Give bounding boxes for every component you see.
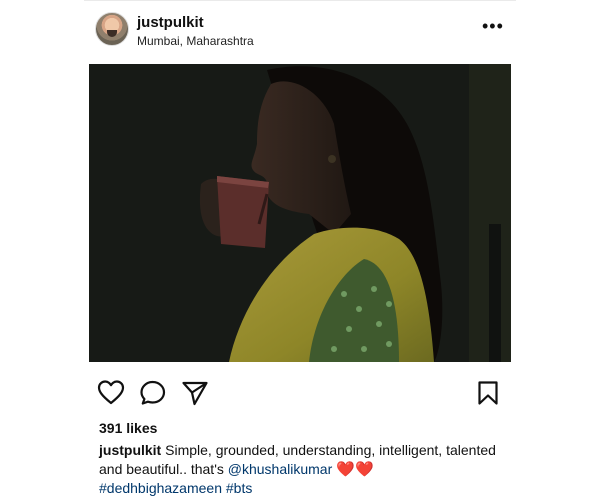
heart-emoji: ❤️❤️: [332, 461, 374, 478]
post-username[interactable]: justpulkit: [137, 14, 204, 31]
post-location[interactable]: Mumbai, Maharashtra: [137, 34, 254, 48]
bookmark-icon[interactable]: [473, 378, 503, 408]
caption-mention[interactable]: @khushalikumar: [228, 461, 332, 477]
comment-icon[interactable]: [138, 378, 168, 408]
share-icon[interactable]: [180, 378, 210, 408]
post-actions: [84, 378, 516, 412]
caption-username[interactable]: justpulkit: [99, 442, 161, 458]
avatar[interactable]: [95, 12, 129, 46]
likes-count[interactable]: 391 likes: [99, 420, 157, 436]
caption-hashtags[interactable]: #dedhbighazameen #bts: [99, 480, 252, 496]
divider: [84, 0, 516, 1]
post-caption: justpulkit Simple, grounded, understandi…: [99, 441, 499, 498]
heart-icon[interactable]: [96, 378, 126, 408]
post-header: justpulkit Mumbai, Maharashtra •••: [84, 6, 516, 54]
more-dots-icon[interactable]: •••: [482, 16, 503, 36]
post-image[interactable]: [89, 64, 511, 362]
